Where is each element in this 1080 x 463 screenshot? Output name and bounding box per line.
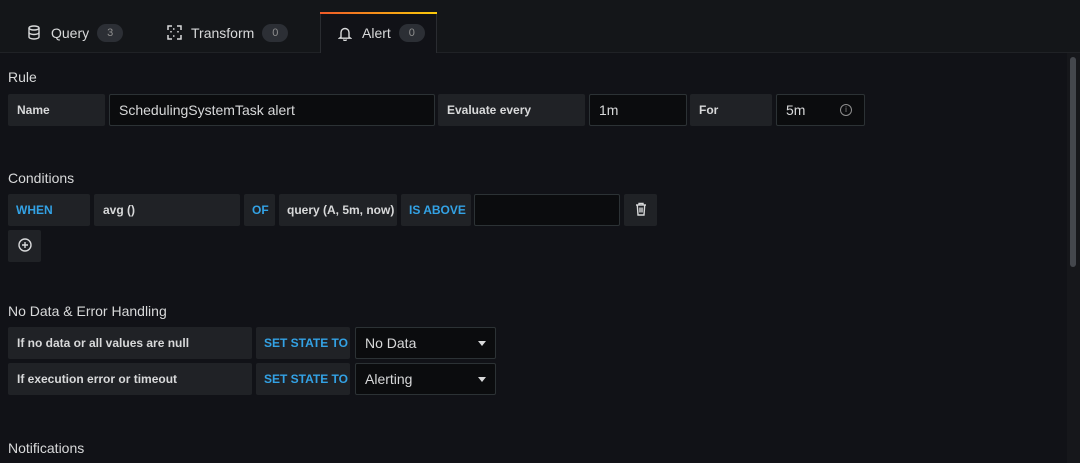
trash-icon (635, 202, 647, 219)
exec-error-state-value: Alerting (365, 371, 413, 387)
alert-rule-editor: Rule Name SchedulingSystemTask alert Eva… (0, 53, 1066, 463)
bell-icon (337, 25, 353, 41)
rule-name-input[interactable]: SchedulingSystemTask alert (109, 94, 435, 126)
exec-error-condition-label: If execution error or timeout (8, 363, 252, 395)
condition-query[interactable]: query (A, 5m, now) (279, 194, 397, 226)
database-icon (26, 25, 42, 41)
add-condition-button[interactable] (8, 230, 41, 262)
evaluate-every-label: Evaluate every (438, 94, 585, 126)
scrollbar-thumb[interactable] (1070, 57, 1076, 267)
plus-circle-icon (17, 237, 32, 255)
tab-query[interactable]: Query 3 (14, 12, 132, 53)
notifications-section-title: Notifications (8, 440, 85, 456)
rule-name-label: Name (8, 94, 105, 126)
for-label: For (690, 94, 772, 126)
tab-query-label: Query (51, 24, 90, 41)
caret-down-icon (478, 341, 486, 346)
no-data-state-value: No Data (365, 335, 417, 351)
condition-of-keyword: OF (244, 194, 275, 226)
tab-alert-label: Alert (362, 25, 391, 41)
info-icon[interactable]: i (840, 104, 852, 116)
no-data-set-state-keyword: SET STATE TO (256, 327, 350, 359)
condition-when-keyword: WHEN (8, 194, 90, 226)
tab-alert[interactable]: Alert 0 (320, 12, 437, 53)
rule-section-title: Rule (8, 69, 37, 85)
condition-threshold-input[interactable] (474, 194, 620, 226)
tab-transform-label: Transform (191, 24, 255, 41)
caret-down-icon (478, 377, 486, 382)
no-data-section-title: No Data & Error Handling (8, 303, 167, 319)
for-value: 5m (786, 102, 806, 118)
tab-transform[interactable]: Transform 0 (154, 12, 299, 53)
condition-evaluator[interactable]: IS ABOVE (401, 194, 471, 226)
exec-error-set-state-keyword: SET STATE TO (256, 363, 350, 395)
conditions-section-title: Conditions (8, 170, 75, 186)
tab-transform-count: 0 (262, 23, 289, 42)
for-input[interactable]: 5m i (776, 94, 865, 126)
no-data-state-select[interactable]: No Data (355, 327, 496, 359)
transform-icon (166, 25, 182, 41)
delete-condition-button[interactable] (624, 194, 657, 226)
evaluate-every-input[interactable]: 1m (589, 94, 687, 126)
no-data-condition-label: If no data or all values are null (8, 327, 252, 359)
tab-query-count: 3 (97, 23, 124, 42)
exec-error-state-select[interactable]: Alerting (355, 363, 496, 395)
editor-tab-bar: Query 3 Transform 0 Alert 0 (0, 0, 1080, 53)
tab-alert-count: 0 (398, 24, 425, 42)
condition-reducer[interactable]: avg () (94, 194, 240, 226)
